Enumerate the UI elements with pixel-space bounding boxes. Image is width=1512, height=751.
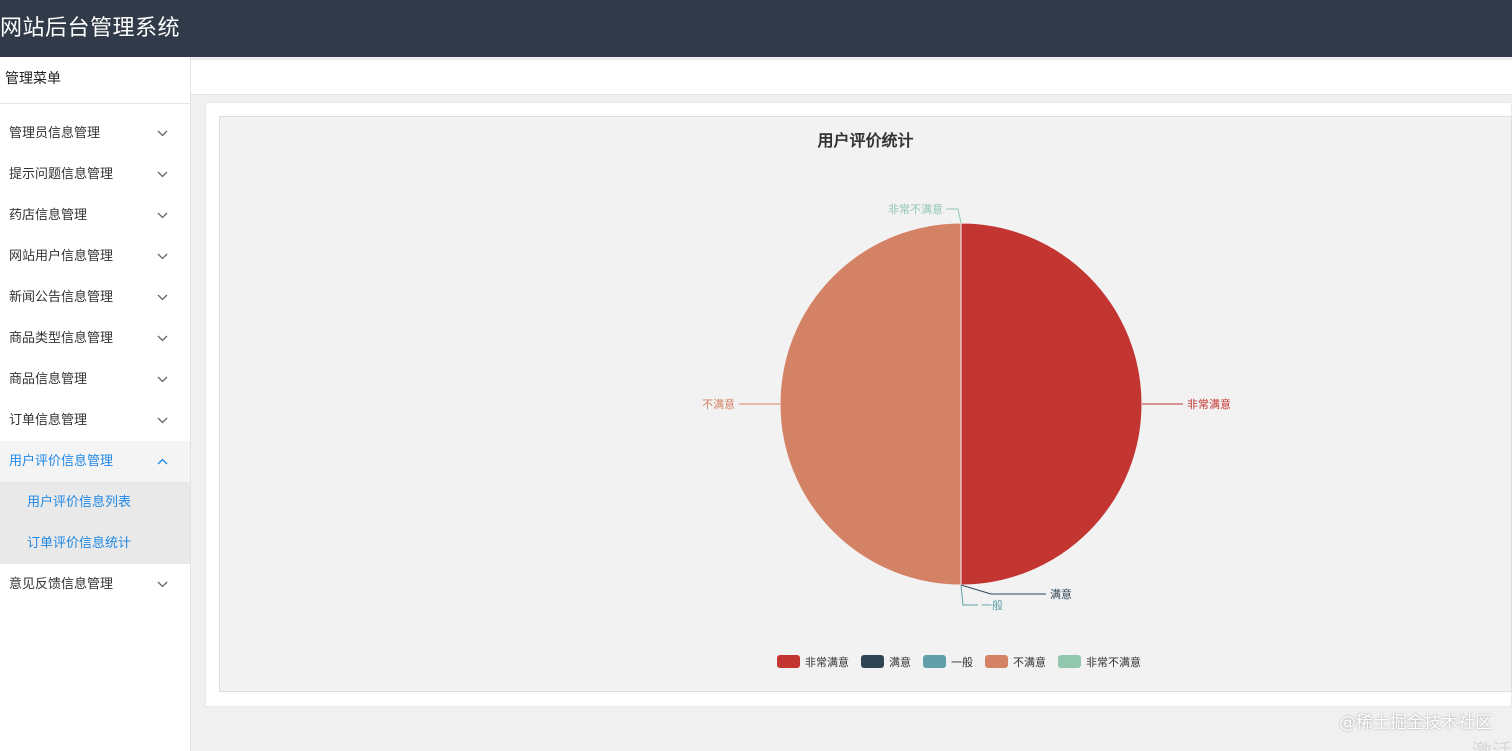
chevron-down-icon [157,277,168,318]
sidebar-item-label: 订单信息管理 [9,413,88,428]
legend-label-0[interactable]: 非常满意 [805,655,849,669]
legend-swatch-3[interactable] [985,655,1008,668]
sidebar-item-6[interactable]: 商品信息管理 [0,359,190,400]
chevron-down-icon [157,154,168,195]
pie-label-line-4 [946,208,962,224]
chevron-down-icon [157,236,168,277]
sidebar-item-label: 新闻公告信息管理 [9,290,114,305]
pie-slice-0[interactable] [960,222,1143,586]
top-toolbar [191,57,1512,95]
sidebar-item-label: 意见反馈信息管理 [9,577,114,592]
sidebar-item-label: 网站用户信息管理 [9,249,114,264]
sidebar-item-4[interactable]: 新闻公告信息管理 [0,277,190,318]
legend-label-4[interactable]: 非常不满意 [1086,655,1141,669]
submenu-item-0[interactable]: 用户评价信息列表 [0,482,190,523]
chevron-up-icon [157,441,168,482]
pie-label-2: 一般 [981,599,1003,612]
sidebar: 管理菜单 管理员信息管理 提示问题信息管理 药店信息管理网站用户信息管理 新闻公告信息… [0,57,191,751]
chevron-down-icon [157,195,168,236]
pie-label-1: 满意 [1050,587,1072,601]
chevron-down-icon [157,113,168,154]
submenu: 用户评价信息列表 订单评价信息统计 [0,482,190,564]
sidebar-title: 管理菜单 [0,57,190,104]
chevron-down-icon [157,564,168,605]
chart-container: 用户评价统计 非常满意 满意 一般 不满意 非常不满意 非常满意 满意 一般 不满意 非常不满意 [219,116,1512,692]
sidebar-item-label: 商品信息管理 [9,372,88,387]
watermark-activate: 激活 [1472,739,1512,751]
pie-label-4: 非常不满意 [888,202,943,216]
sidebar-item-label: 提示问题信息管理 [9,167,114,182]
legend-swatch-0[interactable] [777,655,800,668]
chevron-down-icon [157,400,168,441]
pie-label-3: 不满意 [702,397,735,411]
sidebar-item-label: 商品类型信息管理 [9,331,114,346]
legend-swatch-2[interactable] [923,655,946,668]
sidebar-item-1[interactable]: 提示问题信息管理 [0,154,190,195]
sidebar-item-8[interactable]: 用户评价信息管理 [0,441,190,482]
sidebar-item-label: 药店信息管理 [9,208,88,223]
sidebar-item-label: 管理员信息管理 [9,126,101,141]
watermark: @稀土掘金技术社区 [1339,713,1492,733]
pie-chart: 非常满意满意一般不满意非常不满意非常满意 满意 一般 不满意 非常不满意 [702,202,1231,669]
chevron-down-icon [157,318,168,359]
sidebar-menu: 管理员信息管理 提示问题信息管理 药店信息管理网站用户信息管理 新闻公告信息管理 商品类… [0,113,190,605]
sidebar-item-3[interactable]: 网站用户信息管理 [0,236,190,277]
legend-label-1[interactable]: 满意 [889,655,911,669]
chevron-down-icon [157,359,168,400]
pie-label-line-1 [960,584,1046,595]
legend-swatch-4[interactable] [1058,655,1081,668]
legend-swatch-1[interactable] [861,655,884,668]
submenu-item-1[interactable]: 订单评价信息统计 [0,523,190,564]
pie-label-0: 非常满意 [1187,397,1231,411]
pie-slice-3[interactable] [779,222,962,586]
sidebar-item-9[interactable]: 意见反馈信息管理 [0,564,190,605]
sidebar-item-5[interactable]: 商品类型信息管理 [0,318,190,359]
app-title: 网站后台管理系统 [0,16,181,41]
legend-label-3[interactable]: 不满意 [1013,655,1046,669]
legend-label-2[interactable]: 一般 [951,656,973,669]
sidebar-item-0[interactable]: 管理员信息管理 [0,113,190,154]
sidebar-item-label: 用户评价信息管理 [9,454,114,469]
sidebar-item-2[interactable]: 药店信息管理 [0,195,190,236]
sidebar-item-7[interactable]: 订单信息管理 [0,400,190,441]
app-header: 网站后台管理系统 [0,0,1512,57]
